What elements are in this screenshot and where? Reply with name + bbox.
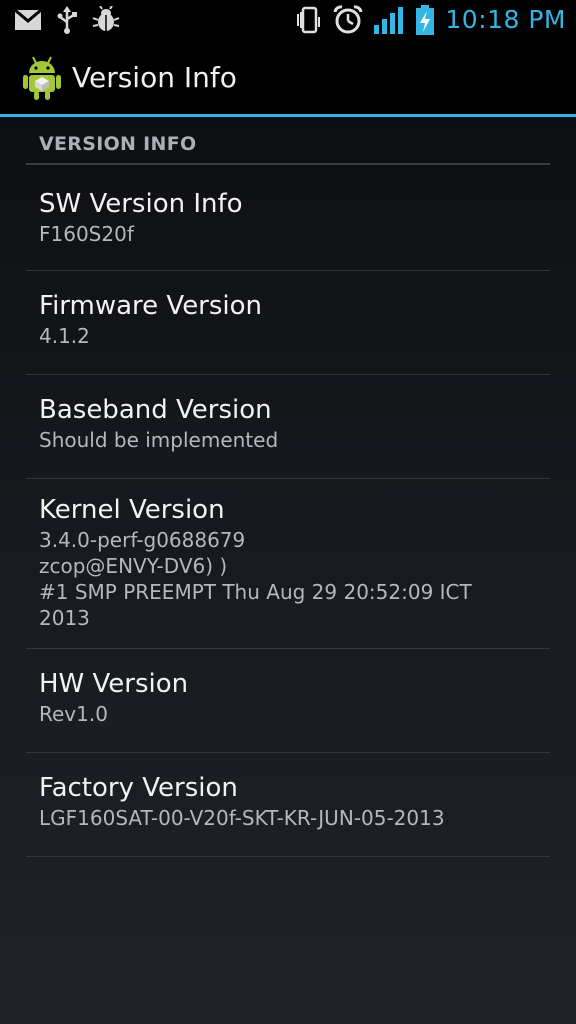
list-item-hw-version[interactable]: HW Version Rev1.0 xyxy=(26,649,550,753)
page-title: Version Info xyxy=(72,61,237,94)
list-item-value: 3.4.0-perf-g0688679 zcop@ENVY-DV6) ) #1 … xyxy=(39,528,472,630)
list-item-title: Factory Version xyxy=(39,773,238,803)
list-item-title: Kernel Version xyxy=(39,495,225,525)
status-bar-system: 10:18 PM xyxy=(295,4,566,36)
screen: 10:18 PM Version Info VERSION INFO SW Ve… xyxy=(0,0,576,1024)
list-item-value: Rev1.0 xyxy=(39,702,108,726)
status-bar-notifications xyxy=(14,6,120,34)
battery-charging-icon xyxy=(416,5,435,35)
list-item-baseband-version[interactable]: Baseband Version Should be implemented xyxy=(26,375,550,479)
alarm-icon xyxy=(333,5,363,34)
list-item-factory-version[interactable]: Factory Version LGF160SAT-00-V20f-SKT-KR… xyxy=(26,753,550,857)
list-item-value: LGF160SAT-00-V20f-SKT-KR-JUN-05-2013 xyxy=(39,806,445,830)
list-item-title: Firmware Version xyxy=(39,291,263,321)
android-settings-icon[interactable] xyxy=(22,55,62,101)
list-item-kernel-version[interactable]: Kernel Version 3.4.0-perf-g0688679 zcop@… xyxy=(26,479,550,649)
list-item-sw-version[interactable]: SW Version Info F160S20f xyxy=(26,165,550,271)
list-item-title: HW Version xyxy=(39,669,189,699)
list-item-value: F160S20f xyxy=(39,222,134,246)
usb-icon xyxy=(57,6,77,34)
list-item-title: Baseband Version xyxy=(39,395,272,425)
signal-icon xyxy=(374,7,404,34)
status-bar: 10:18 PM xyxy=(0,0,576,40)
action-bar: Version Info xyxy=(0,40,576,114)
list-item-value: 4.1.2 xyxy=(39,324,90,348)
gmail-icon xyxy=(14,9,42,30)
list-item-firmware-version[interactable]: Firmware Version 4.1.2 xyxy=(26,271,550,375)
status-bar-clock: 10:18 PM xyxy=(445,5,566,34)
list-item-title: SW Version Info xyxy=(39,189,243,219)
debug-bug-icon xyxy=(92,6,120,31)
section-header: VERSION INFO xyxy=(26,117,550,165)
list-item-value: Should be implemented xyxy=(39,428,279,452)
version-info-list: VERSION INFO SW Version Info F160S20f Fi… xyxy=(26,117,550,857)
vibrate-icon xyxy=(297,6,321,34)
